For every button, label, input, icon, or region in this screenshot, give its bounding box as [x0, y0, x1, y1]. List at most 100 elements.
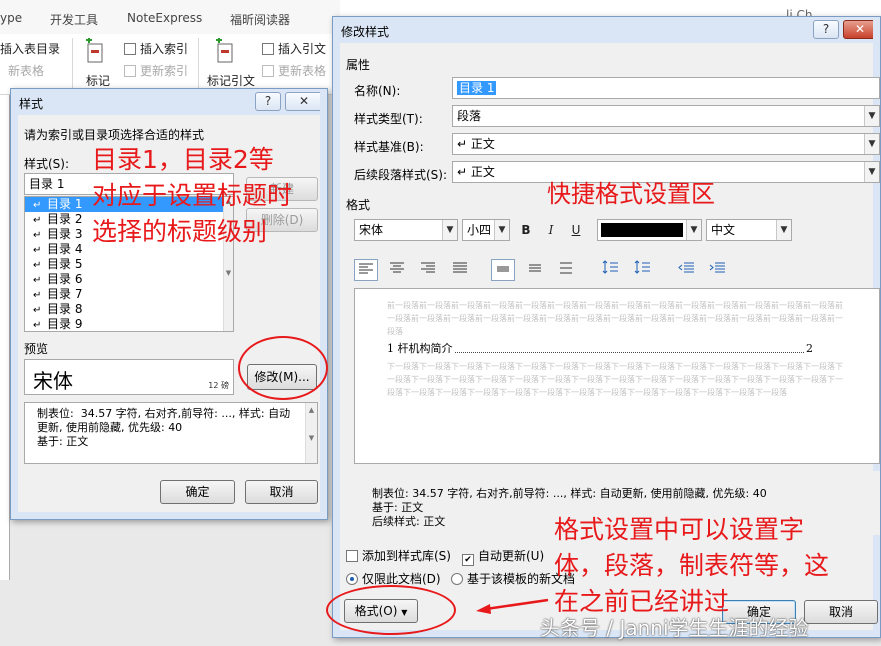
preview-box: 宋体 12 磅 [24, 359, 234, 395]
one-half-spacing-button[interactable] [523, 259, 547, 281]
chevron-down-icon: ▼ [686, 220, 701, 240]
style-detail-line: 制表位: 34.57 字符, 右对齐,前导符: ..., 样式: 自动更新, 使… [372, 487, 767, 500]
increase-indent-icon [709, 262, 725, 273]
annotation-format-note-1: 格式设置中可以设置字 [554, 515, 805, 544]
description-scrollbar[interactable]: ▲ ▼ [305, 403, 317, 463]
chevron-down-icon: ▼ [442, 220, 457, 240]
auto-update-checkbox[interactable]: ✔ 自动更新(U) [462, 547, 544, 566]
style-list-item[interactable]: ↵ 目录 9 [25, 317, 233, 331]
highlight-circle-format [326, 585, 456, 635]
increase-spacing-icon [602, 260, 618, 274]
update-citation-table-button[interactable]: 更新表格 [262, 62, 326, 79]
italic-button[interactable]: I [541, 219, 561, 241]
font-color-swatch [601, 223, 683, 237]
double-spacing-button[interactable] [554, 259, 578, 281]
update-index-button[interactable]: 更新索引 [124, 62, 188, 79]
style-list-item[interactable]: ↵ 目录 7 [25, 287, 233, 302]
style-type-select[interactable]: 段落 ▼ [452, 105, 880, 127]
annotation-quick-format-area: 快捷格式设置区 [547, 180, 715, 208]
underline-button[interactable]: U [566, 219, 586, 241]
format-label: 格式 [346, 198, 371, 212]
font-size-select[interactable]: 小四 ▼ [462, 219, 510, 241]
watermark: 头条号 / Janni学生生涯的经验 [540, 616, 809, 640]
update-table-button[interactable]: 新表格 [8, 62, 44, 79]
style-list-item-label: 目录 5 [47, 257, 83, 271]
paragraph-style-icon: ↵ [33, 290, 42, 301]
highlight-circle-modify [238, 336, 328, 400]
document-page-edge [0, 95, 10, 580]
single-spacing-button[interactable] [491, 259, 515, 281]
style-list-item[interactable]: ↵ 目录 6 [25, 272, 233, 287]
style-description-text: 制表位: 34.57 字符, 右对齐,前导符: ..., 样式: 自动更新, 使… [37, 407, 291, 448]
sample-page-number: 2 [806, 342, 813, 355]
increase-indent-button[interactable] [705, 259, 729, 281]
mark-citation-icon [216, 38, 233, 63]
insert-index-button[interactable]: 插入索引 [124, 40, 188, 57]
annotation-toc-levels-1: 目录1，目录2等 [92, 145, 274, 174]
modify-dialog-titlebar[interactable]: 修改样式 ? ✕ [333, 17, 880, 43]
style-type-value: 段落 [457, 109, 482, 123]
style-list-item-label: 目录 6 [47, 272, 83, 286]
tab-partial[interactable]: ype [0, 11, 22, 25]
style-dialog-titlebar[interactable]: 样式 ? ✕ [11, 89, 327, 115]
align-left-icon [359, 263, 373, 274]
help-button[interactable]: ? [255, 92, 281, 111]
modify-dialog-title: 修改样式 [341, 25, 390, 39]
style-type-label: 样式类型(T): [354, 112, 423, 126]
help-button[interactable]: ? [813, 20, 839, 39]
tab-developer[interactable]: 开发工具 [50, 11, 98, 28]
chevron-down-icon: ▼ [864, 162, 879, 182]
align-right-button[interactable] [416, 259, 440, 281]
next-style-label: 后续段落样式(S): [354, 168, 448, 182]
style-list-item[interactable]: ↵ 目录 5 [25, 257, 233, 272]
chevron-down-icon: ▼ [864, 106, 879, 126]
justify-button[interactable] [448, 259, 472, 281]
next-style-value: ↵ 正文 [457, 165, 495, 179]
chevron-down-icon: ▼ [494, 220, 509, 240]
language-select[interactable]: 中文 ▼ [706, 219, 792, 241]
insert-citation-table-button[interactable]: 插入引文 [262, 40, 326, 57]
bold-button[interactable]: B [516, 219, 536, 241]
increase-paragraph-spacing-button[interactable] [598, 259, 622, 281]
based-on-select[interactable]: ↵ 正文 ▼ [452, 133, 880, 155]
font-select[interactable]: 宋体 ▼ [354, 219, 458, 241]
paragraph-style-icon: ↵ [33, 230, 42, 241]
align-left-button[interactable] [354, 259, 378, 281]
style-name-value: 目录 1 [457, 81, 497, 95]
checkbox-checked: ✔ [462, 554, 474, 566]
annotation-toc-levels-2: 对应于设置标题时 [92, 181, 293, 210]
font-color-select[interactable]: ▼ [597, 219, 702, 241]
close-button[interactable]: ✕ [843, 20, 877, 39]
style-name-field[interactable]: 目录 1 [452, 77, 880, 99]
tab-foxit[interactable]: 福昕阅读器 [230, 11, 290, 28]
decrease-indent-button[interactable] [674, 259, 698, 281]
ribbon-separator [198, 38, 199, 88]
style-list-item-label: 目录 9 [47, 317, 83, 331]
paragraph-style-icon: ↵ [33, 305, 42, 316]
cancel-button[interactable]: 取消 [245, 480, 318, 504]
style-name-label: 名称(N): [354, 84, 401, 98]
insert-index-icon [124, 43, 136, 55]
paragraph-style-icon: ↵ [33, 245, 42, 256]
decrease-paragraph-spacing-button[interactable] [630, 259, 654, 281]
close-button[interactable]: ✕ [285, 92, 323, 111]
style-list-item[interactable]: ↵ 目录 8 [25, 302, 233, 317]
style-list-item-label: 目录 3 [47, 227, 83, 241]
properties-label: 属性 [346, 58, 371, 72]
style-list-item-label: 目录 8 [47, 302, 83, 316]
style-list-item-label: 目录 1 [47, 197, 83, 211]
align-center-button[interactable] [385, 259, 409, 281]
sample-entry-text: 1 杆机构简介 [387, 342, 453, 355]
single-spacing-icon [497, 266, 509, 272]
insert-table-of-figures-button[interactable]: 插入表目录 [0, 40, 60, 57]
add-to-gallery-checkbox[interactable]: 添加到样式库(S) [346, 547, 451, 564]
tab-noteexpress[interactable]: NoteExpress [127, 11, 202, 25]
paragraph-style-icon: ↵ [33, 260, 42, 271]
cancel-button[interactable]: 取消 [804, 600, 878, 624]
mark-entry-button[interactable]: 标记 [86, 72, 110, 89]
mark-citation-button[interactable]: 标记引文 [207, 72, 255, 89]
paragraph-style-icon: ↵ [33, 215, 42, 226]
ok-button[interactable]: 确定 [160, 480, 235, 504]
annotation-toc-levels-3: 选择的标题级别 [92, 217, 268, 246]
style-list-item-label: 目录 2 [47, 212, 83, 226]
